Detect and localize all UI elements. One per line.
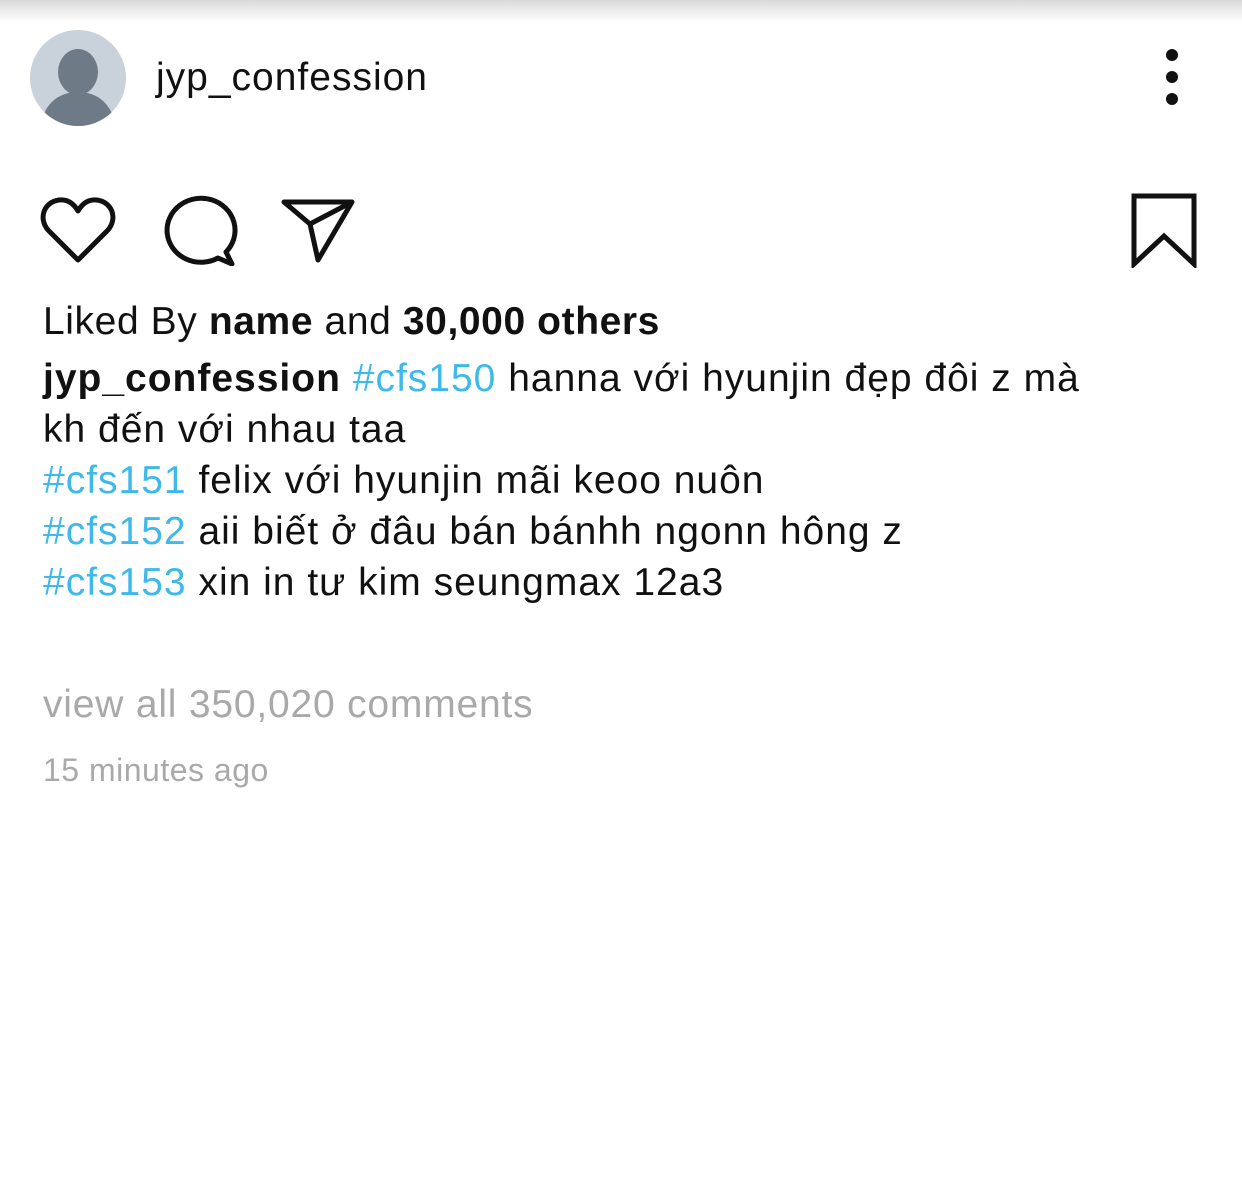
avatar[interactable] <box>30 30 126 126</box>
like-button[interactable] <box>40 196 116 264</box>
paper-plane-icon <box>281 199 355 263</box>
save-button[interactable] <box>1130 192 1198 270</box>
view-all-comments-link[interactable]: view all 350,020 comments <box>43 681 533 729</box>
share-button[interactable] <box>280 194 356 264</box>
default-user-avatar-icon <box>43 49 113 126</box>
hashtag-link[interactable]: #cfs152 <box>43 510 187 553</box>
more-options-button[interactable] <box>1150 48 1194 106</box>
caption-line: jyp_confession #cfs150 hanna với hyunjin… <box>43 353 1213 404</box>
caption-line: kh đến với nhau taa <box>43 404 1213 455</box>
hashtag-link[interactable]: #cfs150 <box>353 357 497 400</box>
post-username[interactable]: jyp_confession <box>156 56 428 100</box>
likes-summary: Liked By name and 30,000 others <box>43 298 660 346</box>
comment-button[interactable] <box>160 194 238 267</box>
post-caption: jyp_confession #cfs150 hanna với hyunjin… <box>43 353 1213 608</box>
post-header: jyp_confession <box>0 30 1242 126</box>
likes-prefix: Liked By <box>43 300 198 343</box>
post-actions-bar <box>0 190 1242 270</box>
caption-line: #cfs152 aii biết ở đâu bán bánhh ngonn h… <box>43 506 1213 557</box>
comment-bubble-icon <box>164 195 238 267</box>
post-timestamp: 15 minutes ago <box>43 752 269 788</box>
hashtag-link[interactable]: #cfs151 <box>43 459 187 502</box>
caption-line: #cfs151 felix với hyunjin mãi keoo nuôn <box>43 455 1213 506</box>
vertical-ellipsis-icon <box>1166 49 1178 105</box>
heart-outline-icon <box>40 197 116 263</box>
caption-text: aii biết ở đâu bán bánhh ngonn hông z <box>198 510 903 553</box>
caption-text: hanna với hyunjin đẹp đôi z mà <box>508 357 1080 400</box>
caption-username[interactable]: jyp_confession <box>43 357 341 400</box>
caption-line: #cfs153 xin in tư kim seungmax 12a3 <box>43 557 1213 608</box>
likes-connector: and <box>324 300 392 343</box>
liker-name[interactable]: name <box>209 300 313 343</box>
caption-text: kh đến với nhau taa <box>43 408 407 451</box>
bookmark-outline-icon <box>1131 193 1197 270</box>
likes-others-count[interactable]: 30,000 others <box>403 300 660 343</box>
hashtag-link[interactable]: #cfs153 <box>43 561 187 604</box>
top-shadow <box>0 0 1242 22</box>
caption-text: felix với hyunjin mãi keoo nuôn <box>198 459 765 502</box>
caption-text: xin in tư kim seungmax 12a3 <box>198 561 725 604</box>
